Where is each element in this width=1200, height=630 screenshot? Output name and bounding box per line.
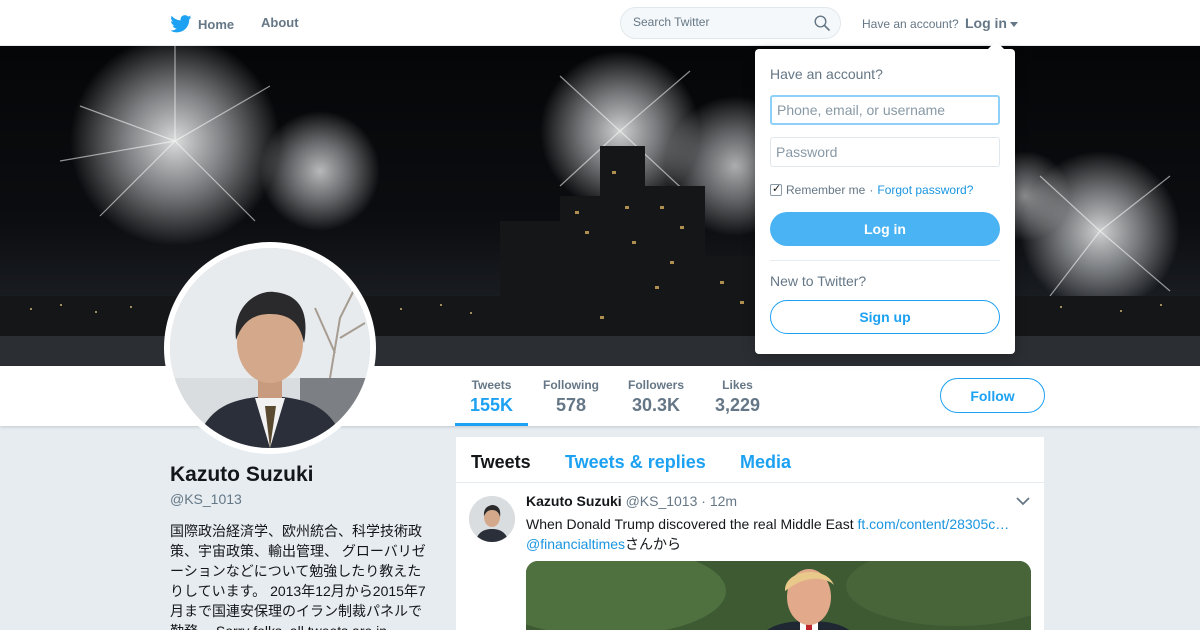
tab-tweets[interactable]: Tweets: [471, 452, 531, 473]
stat-following[interactable]: Following 578: [543, 378, 599, 416]
active-stat-underline: [455, 423, 528, 426]
have-account-text: Have an account?: [862, 17, 959, 31]
login-button[interactable]: Log in: [770, 212, 1000, 246]
remember-me-label[interactable]: Remember me: [786, 183, 865, 197]
stat-value: 155K: [470, 395, 514, 415]
stat-followers[interactable]: Followers 30.3K: [628, 378, 684, 416]
tweet-author-handle[interactable]: @KS_1013: [626, 493, 698, 509]
tweet-dot-separator: ·: [701, 493, 706, 509]
tweet-mention-link[interactable]: @financialtimes: [526, 536, 625, 552]
tweet-avatar-image: [469, 496, 515, 542]
follow-button[interactable]: Follow: [940, 378, 1045, 413]
remember-me-row: Remember me · Forgot password?: [770, 182, 973, 197]
search-input[interactable]: [633, 15, 803, 29]
timeline-tabs: Tweets Tweets & replies Media: [456, 437, 1044, 483]
stat-label: Followers: [628, 378, 685, 392]
stat-value: 3,229: [715, 395, 761, 415]
tweet-author-avatar[interactable]: [469, 496, 515, 542]
tweet-photo: [526, 561, 1031, 630]
tweet-header: Kazuto Suzuki @KS_1013 · 12m: [526, 493, 737, 509]
login-toggle-label: Log in: [965, 15, 1007, 31]
tweet-timestamp[interactable]: 12m: [710, 493, 737, 509]
stat-tweets[interactable]: Tweets 155K: [470, 378, 513, 416]
stat-label: Following: [543, 378, 599, 392]
search-icon[interactable]: [814, 15, 830, 31]
forgot-password-link[interactable]: Forgot password?: [877, 183, 973, 197]
stat-label: Likes: [722, 378, 753, 392]
stat-label: Tweets: [471, 378, 512, 392]
caret-down-icon: [1010, 21, 1018, 27]
avatar-photo: [170, 248, 370, 448]
profile-bio: 国際政治経済学、欧州統合、科学技術政策、宇宙政策、輸出管理、 グローバリゼーショ…: [170, 523, 426, 630]
new-to-twitter-text: New to Twitter?: [770, 273, 867, 289]
login-dropdown-toggle[interactable]: Log in: [965, 15, 1018, 31]
profile-avatar[interactable]: [164, 242, 376, 454]
login-dropdown: Have an account? Remember me · Forgot pa…: [755, 41, 1015, 354]
person-portrait-image: [170, 248, 370, 448]
tweet-suffix: さんから: [625, 536, 682, 552]
username-field[interactable]: [770, 95, 1000, 125]
signup-button[interactable]: Sign up: [770, 300, 1000, 334]
profile-handle[interactable]: @KS_1013: [170, 491, 242, 507]
tab-media[interactable]: Media: [740, 452, 791, 473]
tweet-text: When Donald Trump discovered the real Mi…: [526, 514, 1026, 554]
nav-home-link[interactable]: Home: [170, 15, 234, 33]
nav-about-label: About: [261, 15, 299, 30]
tweet-url-link[interactable]: ft.com/content/28305c…: [858, 516, 1010, 532]
timeline: Tweets Tweets & replies Media Kazuto Suz…: [456, 437, 1044, 630]
stat-likes[interactable]: Likes 3,229: [715, 378, 760, 416]
nav-home-label: Home: [198, 16, 235, 32]
tab-tweets-and-replies[interactable]: Tweets & replies: [565, 452, 706, 473]
tweet-body: When Donald Trump discovered the real Mi…: [526, 516, 858, 532]
separator-dot: ·: [869, 183, 874, 197]
tweet-author-name[interactable]: Kazuto Suzuki: [526, 493, 622, 509]
dropdown-caret: [988, 41, 1004, 49]
profile-name[interactable]: Kazuto Suzuki: [170, 463, 314, 487]
nav-about-link[interactable]: About: [261, 15, 299, 30]
chevron-down-icon[interactable]: [1016, 496, 1030, 506]
dropdown-divider: [770, 260, 1000, 261]
twitter-bird-icon: [170, 15, 192, 33]
tweet-media-image[interactable]: [526, 561, 1031, 630]
tweet-item[interactable]: Kazuto Suzuki @KS_1013 · 12m When Donald…: [456, 483, 1044, 630]
stat-value: 30.3K: [631, 395, 681, 415]
password-field[interactable]: [770, 137, 1000, 167]
dropdown-title: Have an account?: [770, 66, 883, 82]
top-navigation-bar: Home About Have an account? Log in: [0, 0, 1200, 46]
stat-value: 578: [555, 395, 587, 415]
remember-me-checkbox[interactable]: [770, 182, 782, 196]
search-box[interactable]: [620, 7, 841, 39]
